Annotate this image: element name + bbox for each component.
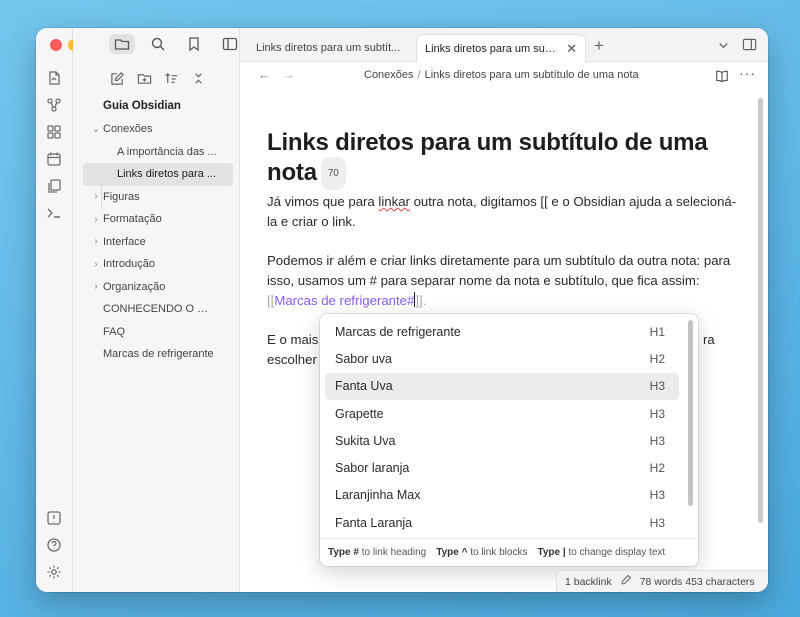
app-window: Guia Obsidian ⌄ Conexões A importância da… xyxy=(36,28,768,592)
collapse-all-icon[interactable] xyxy=(190,70,206,86)
bookmark-icon[interactable] xyxy=(181,34,207,54)
calendar-icon[interactable] xyxy=(46,151,62,167)
close-tab-icon[interactable]: ✕ xyxy=(566,41,577,57)
chevron-right-icon: › xyxy=(94,281,98,293)
suggestion-list: Marcas de refrigerante H1 Sabor uva H2 Fan… xyxy=(325,318,679,536)
note-title: Links diretos para um subtítulo de uma n… xyxy=(267,128,737,190)
file-explorer-actions xyxy=(109,70,206,86)
toggle-right-sidebar-icon[interactable] xyxy=(742,37,757,57)
suggestion-item[interactable]: Sukita Uva H3 xyxy=(325,427,679,454)
navigate-back-icon[interactable]: ← xyxy=(258,67,271,82)
navigate-forward-icon[interactable]: → xyxy=(282,67,295,82)
folder-organizacao[interactable]: › Organização xyxy=(83,276,233,299)
terminal-icon[interactable] xyxy=(46,205,62,221)
suggestion-item[interactable]: Marcas de refrigerante H1 xyxy=(325,318,679,345)
folder-conexoes[interactable]: ⌄ Conexões xyxy=(83,118,233,141)
breadcrumb-folder[interactable]: Conexões xyxy=(364,69,414,81)
file-explorer-sidebar: Guia Obsidian ⌄ Conexões A importância da… xyxy=(73,28,240,592)
file-links-diretos[interactable]: Links diretos para ... xyxy=(83,163,233,186)
tab-list-chevron-down-icon[interactable] xyxy=(716,38,731,58)
suggestion-item[interactable]: Grapette H3 xyxy=(325,400,679,427)
new-folder-icon[interactable] xyxy=(136,70,152,86)
folder-figuras[interactable]: › Figuras xyxy=(83,186,233,209)
templates-icon[interactable] xyxy=(46,178,62,194)
file-marcas-de-refrigerante[interactable]: Marcas de refrigerante xyxy=(83,343,233,366)
folder-formatacao[interactable]: › Formatação xyxy=(83,208,233,231)
canvas-icon[interactable] xyxy=(46,124,62,140)
suggestion-item[interactable]: Laranjinha Max H3 xyxy=(325,482,679,509)
chevron-right-icon: › xyxy=(94,213,98,225)
file-a-importancia[interactable]: A importância das ... xyxy=(83,141,233,164)
folder-interface[interactable]: › Interface xyxy=(83,231,233,254)
suggestion-item-selected[interactable]: Fanta Uva H3 xyxy=(325,372,679,400)
backlinks-count[interactable]: 1 backlink xyxy=(565,576,612,588)
file-conhecendo[interactable]: CONHECENDO O OB... xyxy=(83,298,233,321)
reading-view-book-icon[interactable] xyxy=(715,69,729,88)
pencil-edit-icon[interactable] xyxy=(620,574,632,589)
tab-links-diretos-1[interactable]: Links diretos para um subtít... xyxy=(248,34,416,62)
more-options-icon[interactable]: ··· xyxy=(739,65,756,81)
chevron-right-icon: › xyxy=(94,236,98,248)
quick-switcher-icon[interactable] xyxy=(46,70,62,86)
breadcrumb: Conexões / Links diretos para um subtítulo… xyxy=(364,69,639,81)
file-tree: ⌄ Conexões A importância das ... Links di… xyxy=(83,118,233,366)
suggestion-item[interactable]: Sabor uva H2 xyxy=(325,345,679,372)
help-icon[interactable] xyxy=(46,537,62,553)
suggestion-item[interactable]: Sabor laranja H2 xyxy=(325,454,679,481)
search-icon[interactable] xyxy=(145,34,171,54)
tab-links-diretos-2[interactable]: Links diretos para um sub... ✕ xyxy=(416,34,586,62)
graph-view-icon[interactable] xyxy=(46,97,62,113)
heading-suggestion-popup: Marcas de refrigerante H1 Sabor uva H2 Fan… xyxy=(320,314,698,566)
paragraph-1: Já vimos que para linkar outra nota, dig… xyxy=(267,194,737,229)
sidebar-tabs xyxy=(109,34,243,54)
suggestion-item[interactable]: Fanta Laranja H3 xyxy=(325,509,679,536)
tab-bar: Links diretos para um subtít... Links di… xyxy=(240,28,768,62)
files-folder-icon[interactable] xyxy=(109,34,135,54)
new-note-icon[interactable] xyxy=(109,70,125,86)
settings-gear-icon[interactable] xyxy=(46,564,62,580)
chevron-down-icon: ⌄ xyxy=(91,123,101,135)
internal-link[interactable]: Marcas de refrigerante# xyxy=(274,293,414,308)
folder-introducao[interactable]: › Introdução xyxy=(83,253,233,276)
chevron-right-icon: › xyxy=(94,258,98,270)
editor-scrollbar[interactable] xyxy=(758,98,763,523)
sort-order-icon[interactable] xyxy=(163,70,179,86)
breadcrumb-note[interactable]: Links diretos para um subtítulo de uma n… xyxy=(425,69,639,81)
ribbon xyxy=(36,28,98,592)
suggestion-instructions: Type # to link heading Type ^ to link bl… xyxy=(320,538,698,566)
status-bar: 1 backlink 78 words 453 characters xyxy=(556,570,768,592)
paragraph-2: Podemos ir além e criar links diretament… xyxy=(267,253,731,308)
title-count-badge: 70 xyxy=(320,157,346,190)
misspelled-word: linkar xyxy=(378,194,410,209)
chevron-right-icon: › xyxy=(94,191,98,203)
vault-title[interactable]: Guia Obsidian xyxy=(103,100,181,112)
new-tab-plus-icon[interactable]: + xyxy=(594,36,604,56)
help-vault-icon[interactable] xyxy=(46,510,62,526)
close-window-button[interactable] xyxy=(50,39,62,51)
suggestion-scrollbar[interactable] xyxy=(688,320,693,506)
view-header: ← → Conexões / Links diretos para um subtí… xyxy=(240,62,768,90)
file-faq[interactable]: FAQ xyxy=(83,321,233,344)
word-character-count: 78 words 453 characters xyxy=(639,575,755,588)
